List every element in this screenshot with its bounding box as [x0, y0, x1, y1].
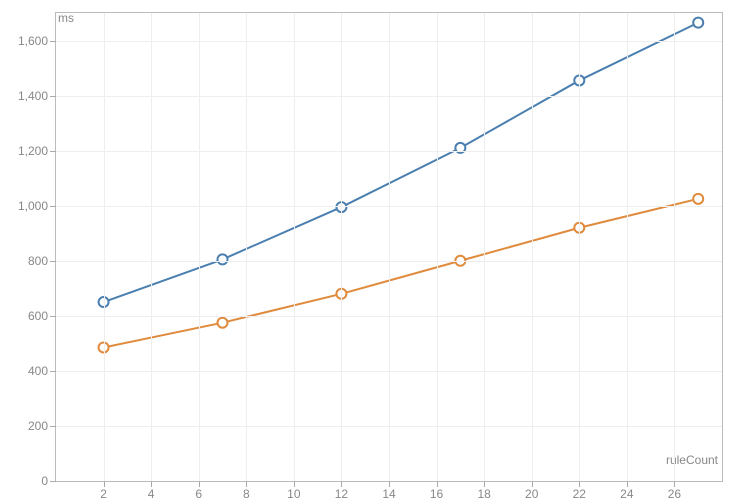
- y-tick-label: 200: [28, 419, 48, 433]
- x-tick-label: 6: [195, 487, 202, 501]
- gridline-h: [56, 151, 722, 152]
- gridline-v: [389, 13, 390, 481]
- x-tick-label: 4: [148, 487, 155, 501]
- y-tick-label: 1,600: [18, 34, 48, 48]
- gridline-v: [104, 13, 105, 481]
- gridline-v: [532, 13, 533, 481]
- y-tick-label: 1,000: [18, 199, 48, 213]
- gridline-v: [151, 13, 152, 481]
- x-tick-label: 24: [620, 487, 633, 501]
- y-tick-label: 1,400: [18, 89, 48, 103]
- gridline-h: [56, 426, 722, 427]
- gridline-v: [627, 13, 628, 481]
- line-series-b: [104, 199, 699, 348]
- x-tick-label: 20: [525, 487, 538, 501]
- data-point[interactable]: [218, 318, 228, 328]
- gridline-v: [294, 13, 295, 481]
- x-tick-label: 10: [287, 487, 300, 501]
- gridline-h: [56, 316, 722, 317]
- x-tick-label: 14: [382, 487, 395, 501]
- x-tick-label: 16: [430, 487, 443, 501]
- chart: ms ruleCount 246810121416182022242602004…: [0, 0, 733, 504]
- data-point[interactable]: [693, 194, 703, 204]
- y-tick-label: 1,200: [18, 144, 48, 158]
- y-tick-label: 0: [41, 474, 48, 488]
- data-point[interactable]: [693, 18, 703, 28]
- gridline-v: [674, 13, 675, 481]
- tick-y: [50, 96, 56, 97]
- gridline-v: [437, 13, 438, 481]
- gridline-v: [341, 13, 342, 481]
- x-tick-label: 12: [335, 487, 348, 501]
- tick-y: [50, 41, 56, 42]
- gridline-v: [199, 13, 200, 481]
- x-tick-label: 8: [243, 487, 250, 501]
- tick-y: [50, 316, 56, 317]
- gridline-v: [579, 13, 580, 481]
- x-tick-label: 18: [477, 487, 490, 501]
- data-point[interactable]: [218, 254, 228, 264]
- x-tick-label: 22: [573, 487, 586, 501]
- tick-y: [50, 206, 56, 207]
- gridline-v: [484, 13, 485, 481]
- gridline-h: [56, 41, 722, 42]
- gridline-h: [56, 96, 722, 97]
- y-tick-label: 800: [28, 254, 48, 268]
- tick-y: [50, 151, 56, 152]
- gridline-v: [246, 13, 247, 481]
- gridline-h: [56, 261, 722, 262]
- plot-area: ms ruleCount 246810121416182022242602004…: [55, 12, 723, 482]
- tick-y: [50, 481, 56, 482]
- tick-y: [50, 426, 56, 427]
- tick-y: [50, 261, 56, 262]
- y-tick-label: 600: [28, 309, 48, 323]
- x-tick-label: 2: [100, 487, 107, 501]
- gridline-h: [56, 371, 722, 372]
- gridline-h: [56, 206, 722, 207]
- x-tick-label: 26: [668, 487, 681, 501]
- y-tick-label: 400: [28, 364, 48, 378]
- tick-y: [50, 371, 56, 372]
